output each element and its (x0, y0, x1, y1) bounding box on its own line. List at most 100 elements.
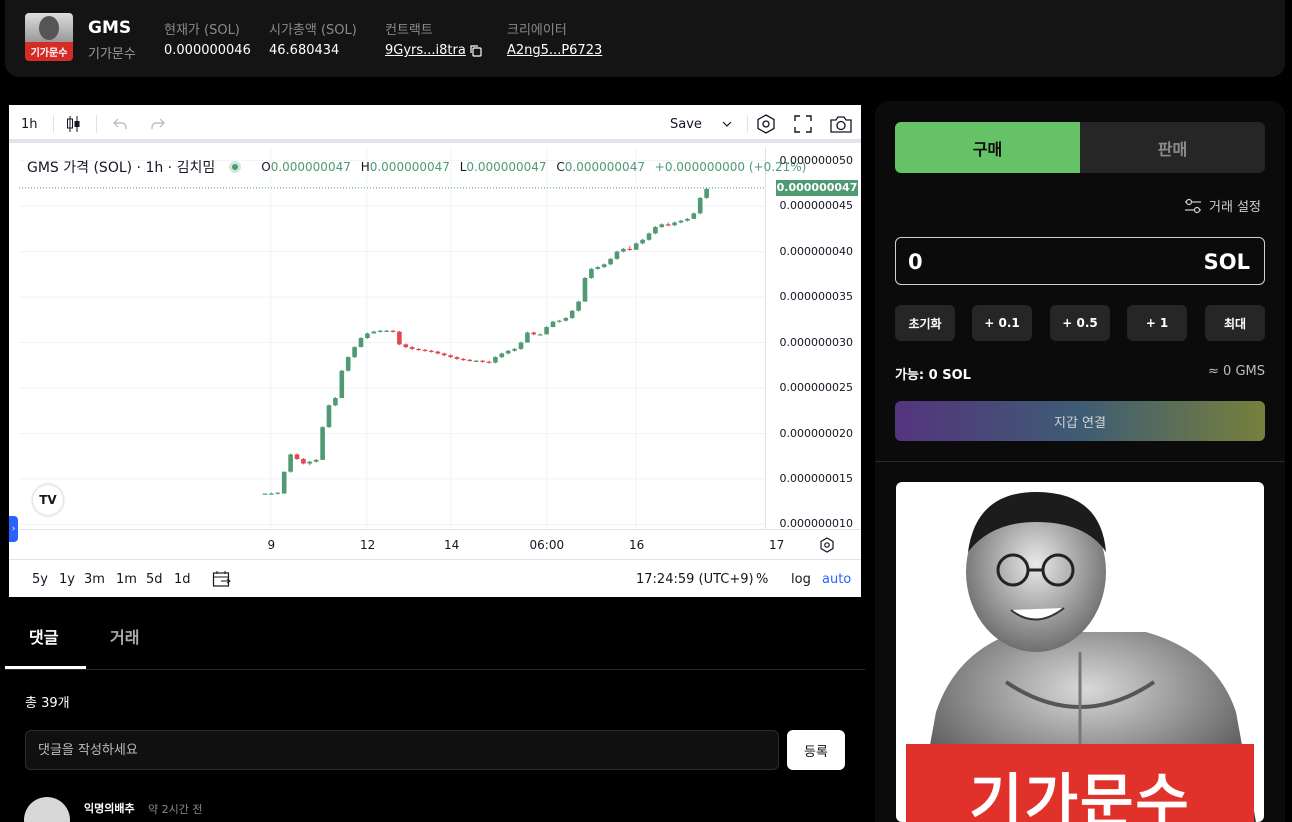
side-panel-toggle-icon[interactable]: › (9, 516, 18, 542)
comment-username[interactable]: 익명의배추 (84, 800, 135, 816)
redo-icon[interactable] (150, 105, 166, 143)
token-header: 기가문수 GMS 기가문수 현재가 (SOL) 0.000000046 시가총액… (5, 0, 1285, 77)
interval-button[interactable]: 1h (21, 105, 38, 143)
range-1y[interactable]: 1y (59, 560, 75, 598)
candle (595, 267, 601, 269)
candle (288, 454, 293, 472)
candle (416, 348, 421, 351)
candle (640, 239, 645, 244)
candle (339, 370, 345, 399)
candle (697, 197, 703, 214)
amount-input[interactable]: 0 SOL (895, 237, 1265, 285)
sell-tab-button[interactable]: 판매 (1080, 122, 1265, 173)
amount-value[interactable]: 0 (908, 250, 923, 274)
candle (672, 222, 677, 226)
contract-label: 컨트랙트 (385, 23, 433, 38)
candle (505, 350, 511, 354)
candle (659, 224, 665, 228)
price-axis[interactable]: 0.000000050 0.000000045 0.000000040 0.00000… (776, 147, 861, 530)
token-symbol: GMS (88, 18, 132, 38)
candle (269, 493, 274, 495)
available-balance: 가능: 0 SOL (895, 368, 971, 383)
range-1d[interactable]: 1d (174, 560, 191, 598)
last-price-label: 0.000000047 (776, 179, 858, 196)
candle (576, 301, 581, 311)
buy-tab-button[interactable]: 구매 (895, 122, 1080, 173)
copy-icon[interactable] (469, 44, 483, 58)
comment-count: 총 39개 (25, 696, 70, 711)
ohlc-h-value: 0.000000047 (369, 160, 450, 174)
mcap-value: 46.680434 (269, 43, 340, 58)
candle (333, 398, 338, 406)
add-1-button[interactable]: + 1 (1127, 305, 1187, 341)
tradingview-logo-icon[interactable]: TV (33, 485, 63, 515)
candle-type-icon[interactable] (66, 105, 82, 143)
fullscreen-icon[interactable] (794, 105, 812, 143)
chevron-down-icon[interactable] (722, 105, 732, 143)
y-tick-label: 0.000000040 (779, 244, 853, 258)
x-tick-label: 9 (267, 538, 276, 552)
percent-toggle[interactable]: % (756, 560, 768, 598)
avatar (24, 797, 70, 822)
legend-ohlc: O0.000000047 H0.000000047 L0.000000047 C… (261, 160, 806, 174)
candle (301, 458, 306, 464)
x-tick-label: 14 (444, 538, 460, 552)
ohlc-o-label: O (261, 160, 271, 174)
time-axis[interactable]: 9 12 14 06:00 16 17 (19, 529, 861, 559)
range-1m[interactable]: 1m (116, 560, 137, 598)
trade-settings-label: 거래 설정 (1209, 200, 1261, 215)
save-button[interactable]: Save (670, 105, 702, 143)
tab-comments[interactable]: 댓글 (29, 624, 58, 648)
connect-wallet-button[interactable]: 지갑 연결 (895, 401, 1265, 441)
candle (313, 459, 319, 462)
candle (563, 317, 569, 321)
logo-face (39, 16, 59, 40)
sliders-icon (1185, 198, 1201, 213)
amount-unit: SOL (1203, 250, 1250, 274)
toolbar-divider (53, 115, 54, 133)
plot-area[interactable] (19, 147, 766, 529)
candle (518, 342, 524, 349)
axis-settings-icon[interactable] (819, 537, 835, 553)
comment-submit-button[interactable]: 등록 (787, 730, 845, 770)
settings-icon[interactable] (755, 105, 777, 143)
reset-button[interactable]: 초기화 (895, 305, 955, 341)
candle (281, 471, 287, 494)
range-5y[interactable]: 5y (32, 560, 48, 598)
undo-icon[interactable] (112, 105, 128, 143)
camera-icon[interactable] (829, 105, 853, 143)
tab-trades[interactable]: 거래 (110, 624, 139, 648)
auto-toggle[interactable]: auto (822, 560, 851, 598)
candle (691, 213, 697, 219)
ohlc-c-label: C (556, 160, 565, 174)
range-5d[interactable]: 5d (146, 560, 163, 598)
candle (633, 243, 639, 250)
candle (409, 347, 415, 349)
max-button[interactable]: 최대 (1205, 305, 1265, 341)
contract-link[interactable]: 9Gyrs...i8tra (385, 43, 466, 58)
candle (461, 358, 466, 361)
chart-bottom-bar: 5y 1y 3m 1m 5d 1d 17:24:59 (UTC+9) % log… (9, 559, 861, 597)
log-toggle[interactable]: log (791, 560, 811, 598)
candle (704, 188, 709, 198)
creator-link[interactable]: A2ng5...P6723 (507, 43, 602, 58)
candle (473, 360, 479, 362)
candle (448, 355, 453, 358)
candle (653, 227, 658, 234)
price-stat: 현재가 (SOL) 0.000000046 (164, 19, 251, 58)
y-tick-label: 0.000000025 (779, 381, 853, 395)
add-0-5-button[interactable]: + 0.5 (1050, 305, 1110, 341)
candle (646, 233, 652, 240)
candle (557, 320, 562, 322)
range-3m[interactable]: 3m (84, 560, 105, 598)
add-0-1-button[interactable]: + 0.1 (972, 305, 1032, 341)
creator-link-row: A2ng5...P6723 (507, 43, 602, 58)
candle (493, 357, 498, 363)
trade-settings-button[interactable]: 거래 설정 (1183, 196, 1261, 215)
comment-input[interactable] (25, 730, 779, 770)
candle (512, 348, 517, 351)
chart-clock[interactable]: 17:24:59 (UTC+9) (636, 560, 754, 598)
logo-text: 기가문수 (30, 48, 68, 59)
candle (365, 333, 370, 338)
date-range-icon[interactable] (212, 560, 232, 598)
